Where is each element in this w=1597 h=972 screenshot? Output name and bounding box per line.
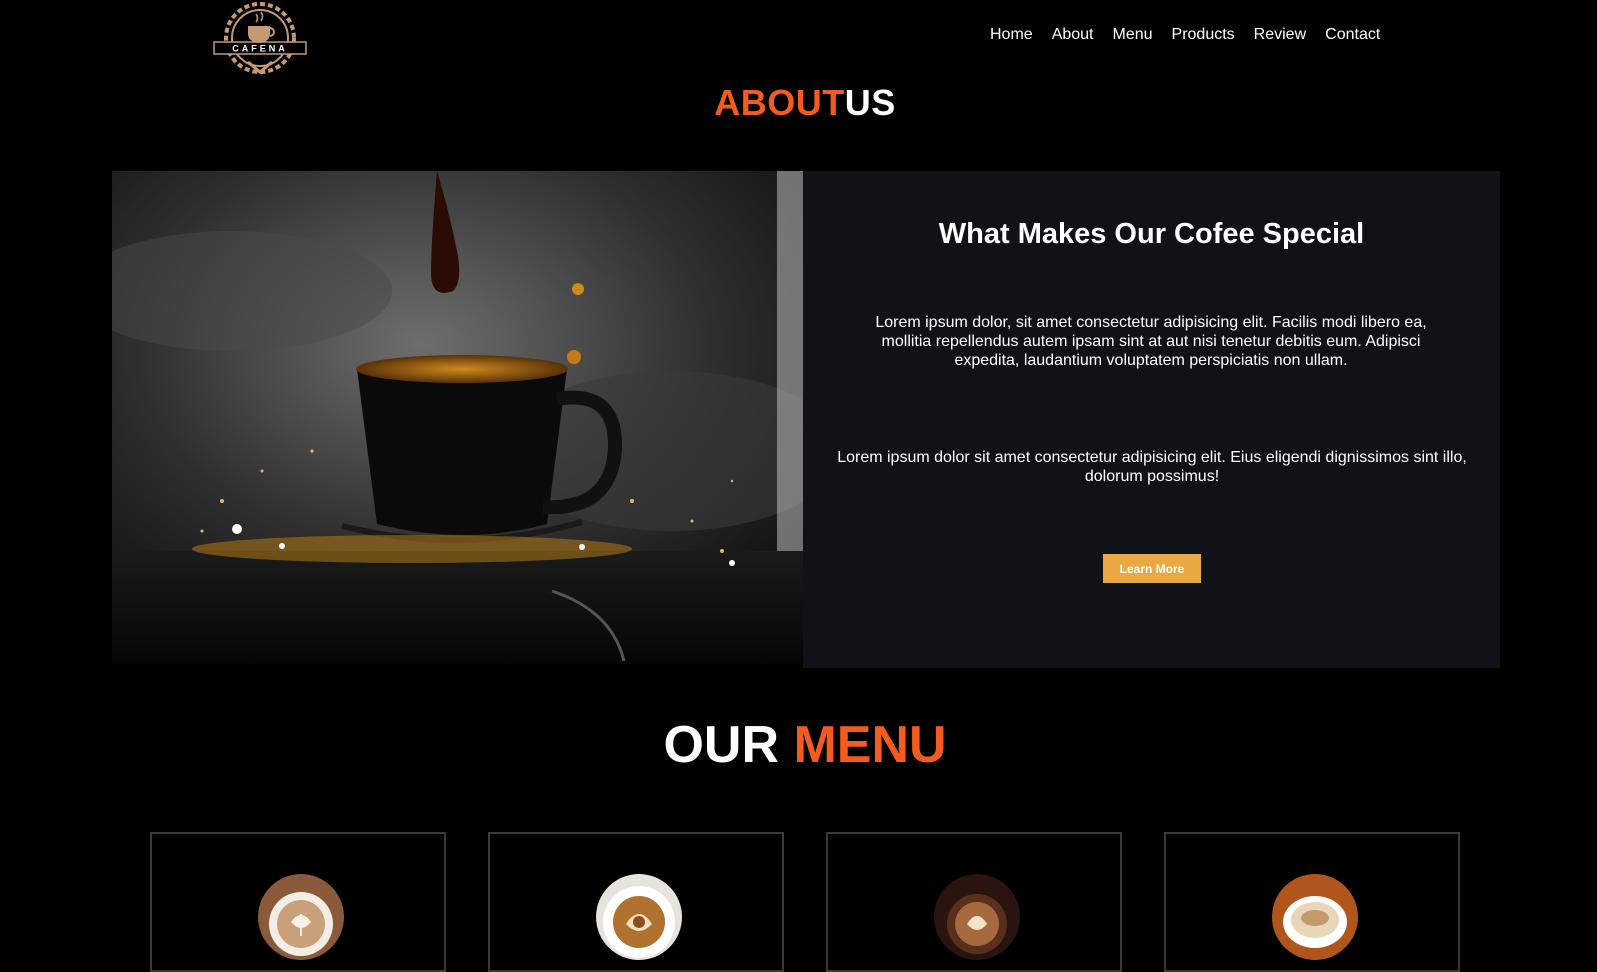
about-photo (112, 171, 803, 664)
about-title-rest: US (844, 82, 896, 123)
about-card-paragraph-2: Lorem ipsum dolor sit amet consectetur a… (837, 449, 1467, 485)
latte-art-cup-image (258, 874, 344, 960)
cafena-logo[interactable]: CAFENA (212, 0, 308, 80)
nav-menu[interactable]: Menu (1113, 26, 1153, 44)
cappuccino-cup-image (596, 874, 682, 960)
menu-card[interactable] (826, 832, 1122, 972)
nav-contact[interactable]: Contact (1325, 26, 1380, 44)
menu-card[interactable] (150, 832, 446, 972)
espresso-cup-image (1272, 874, 1358, 960)
menu-title-plain: OUR (663, 716, 779, 774)
menu-section-title: OUR MENU (0, 715, 1597, 775)
about-title-accent: ABOUT (714, 82, 845, 123)
nav-home[interactable]: Home (990, 26, 1033, 44)
main-nav: Home About Menu Products Review Contact (990, 26, 1380, 44)
logo-badge-icon: CAFENA (213, 2, 307, 74)
nav-review[interactable]: Review (1254, 26, 1306, 44)
about-card: What Makes Our Cofee Special Lorem ipsum… (803, 171, 1500, 668)
about-section-title: ABOUTUS (0, 82, 1597, 124)
logo-text: CAFENA (232, 44, 288, 54)
nav-products[interactable]: Products (1172, 26, 1235, 44)
about-card-heading: What Makes Our Cofee Special (938, 218, 1365, 250)
learn-more-button[interactable]: Learn More (1103, 554, 1201, 583)
menu-title-accent: MENU (793, 716, 947, 774)
menu-card[interactable] (488, 832, 784, 972)
coffee-splash-image (112, 171, 803, 664)
site-header: CAFENA Home About Menu Products Review C… (0, 0, 1597, 80)
flat-white-cup-image (934, 874, 1020, 960)
about-card-paragraph-1: Lorem ipsum dolor, sit amet consectetur … (875, 314, 1427, 369)
menu-card[interactable] (1164, 832, 1460, 972)
nav-about[interactable]: About (1052, 26, 1094, 44)
